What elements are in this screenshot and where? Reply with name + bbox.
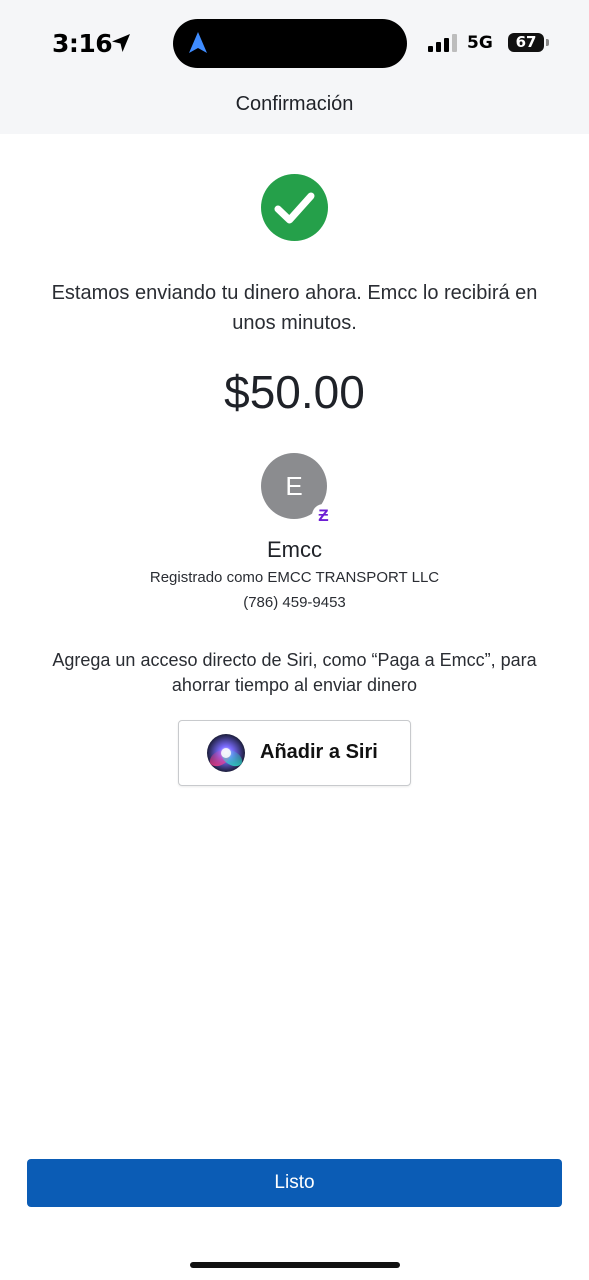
battery-icon: 67 [508, 33, 544, 52]
location-arrow-icon [112, 34, 130, 52]
siri-icon [207, 734, 245, 772]
battery-level: 67 [515, 33, 537, 51]
done-button[interactable]: Listo [27, 1159, 562, 1207]
status-time: 3:16 [52, 29, 113, 58]
page-title: Confirmación [235, 93, 354, 115]
zelle-icon: Ƶ [312, 504, 335, 527]
add-to-siri-label: Añadir a Siri [260, 741, 378, 763]
home-indicator[interactable] [190, 1262, 400, 1268]
check-circle-icon [261, 174, 328, 241]
cellular-signal-icon [428, 34, 457, 52]
add-to-siri-button[interactable]: Añadir a Siri [178, 720, 411, 786]
battery-cap [546, 39, 549, 46]
status-bar: 3:16 5G 67 [0, 0, 589, 90]
navigation-bar: Confirmación [0, 90, 589, 134]
confirmation-message: Estamos enviando tu dinero ahora. Emcc l… [51, 282, 538, 334]
recipient-phone: (786) 459-9453 [243, 594, 346, 611]
registered-name: Registrado como EMCC TRANSPORT LLC [149, 569, 440, 586]
siri-shortcut-note: Agrega un acceso directo de Siri, como “… [52, 650, 537, 695]
navigation-arrow-icon [189, 32, 207, 53]
network-type: 5G [467, 33, 493, 53]
avatar-initial: E [285, 471, 303, 501]
recipient-name: Emcc [267, 537, 322, 562]
amount: $50.00 [224, 366, 365, 418]
